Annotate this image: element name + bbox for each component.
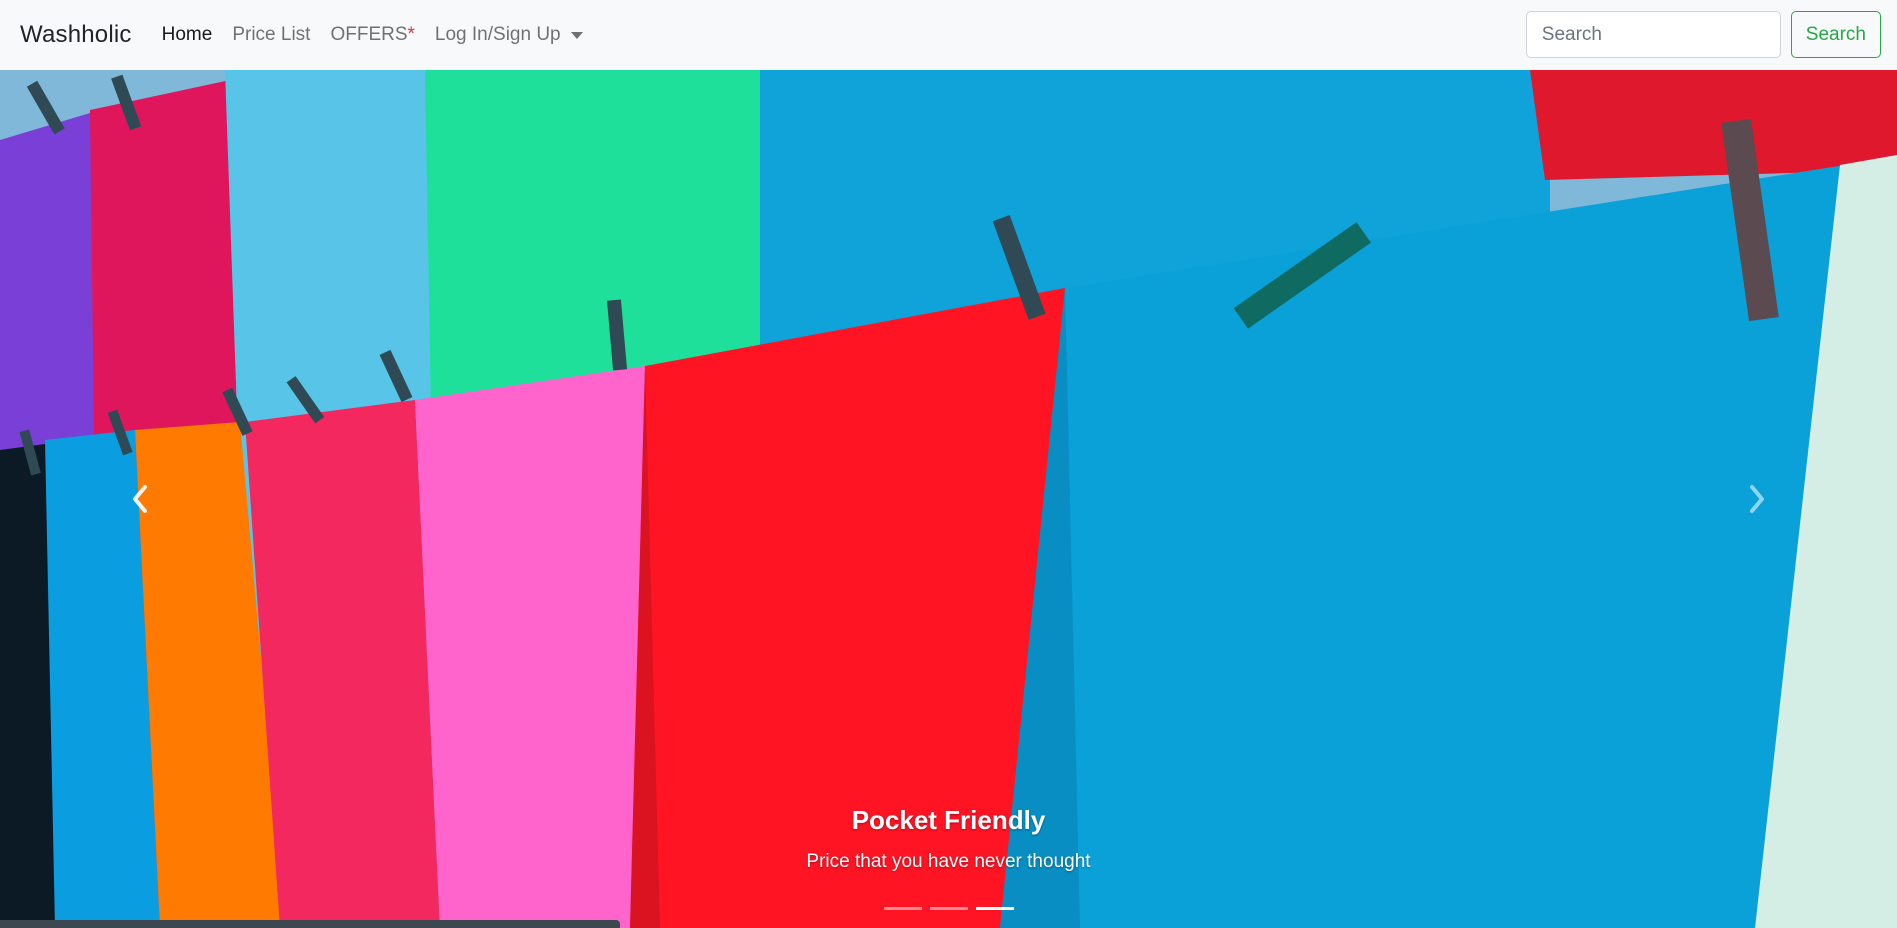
search-button[interactable]: Search [1790, 11, 1881, 58]
carousel-caption-title: Pocket Friendly [851, 805, 1046, 835]
nav-price-list[interactable]: Price List [232, 24, 310, 46]
nav-home[interactable]: Home [162, 24, 213, 46]
carousel-indicators [0, 907, 1897, 910]
carousel-indicator-3[interactable] [975, 907, 1014, 910]
chevron-left-icon [133, 485, 147, 513]
nav-login-dropdown[interactable]: Log In/Sign Up [435, 24, 583, 46]
search-input[interactable] [1525, 11, 1781, 58]
navbar: Washholic Home Price List OFFERS * Log In… [0, 0, 1897, 70]
nav-offers[interactable]: OFFERS * [330, 24, 414, 46]
carousel-indicator-1[interactable] [883, 907, 922, 910]
nav-offers-label: OFFERS [330, 24, 408, 45]
offers-marker: * [407, 24, 415, 45]
chevron-right-icon [1750, 485, 1764, 513]
bottom-bar [0, 920, 620, 928]
hero-carousel: Pocket Friendly Price that you have neve… [0, 70, 1897, 928]
caret-down-icon [570, 31, 583, 39]
carousel-next-button[interactable] [1617, 70, 1897, 928]
nav-login-label: Log In/Sign Up [434, 24, 561, 45]
carousel-caption-text: Price that you have never thought [806, 851, 1091, 872]
carousel-indicator-2[interactable] [929, 907, 968, 910]
carousel-prev-button[interactable] [0, 70, 280, 928]
search-form: Search [1525, 11, 1881, 58]
brand-logo[interactable]: Washholic [20, 21, 132, 49]
laundry-photo [0, 70, 1897, 928]
